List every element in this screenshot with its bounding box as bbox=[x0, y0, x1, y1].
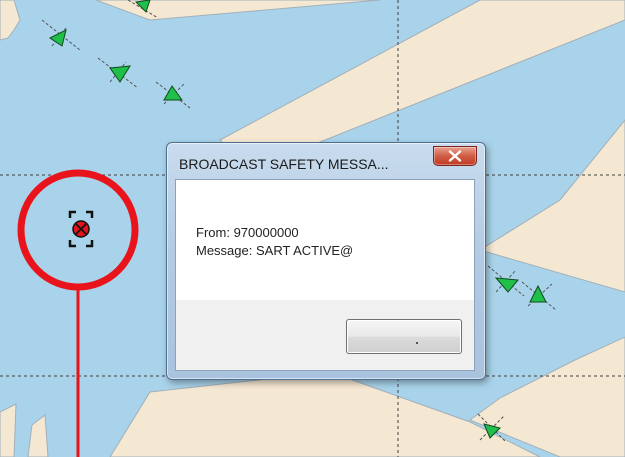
message-line: Message: SART ACTIVE@ bbox=[196, 242, 353, 259]
land-lower-left-pier bbox=[0, 403, 17, 457]
from-line: From: 970000000 bbox=[196, 224, 299, 241]
ok-button[interactable] bbox=[346, 319, 462, 354]
chart-display: BROADCAST SAFETY MESSA... From: 97000000… bbox=[0, 0, 625, 457]
close-button[interactable] bbox=[433, 146, 477, 166]
message-panel: From: 970000000 Message: SART ACTIVE@ bbox=[176, 180, 474, 300]
from-value: 970000000 bbox=[233, 225, 299, 240]
message-label: Message: bbox=[196, 243, 253, 258]
dialog-body: From: 970000000 Message: SART ACTIVE@ bbox=[175, 179, 475, 371]
close-x-icon bbox=[448, 150, 462, 162]
focus-indicator bbox=[416, 342, 418, 344]
message-value: SART ACTIVE@ bbox=[256, 243, 354, 258]
broadcast-safety-message-dialog[interactable]: BROADCAST SAFETY MESSA... From: 97000000… bbox=[166, 142, 486, 380]
dialog-title: BROADCAST SAFETY MESSA... bbox=[179, 156, 389, 172]
from-label: From: bbox=[196, 225, 230, 240]
